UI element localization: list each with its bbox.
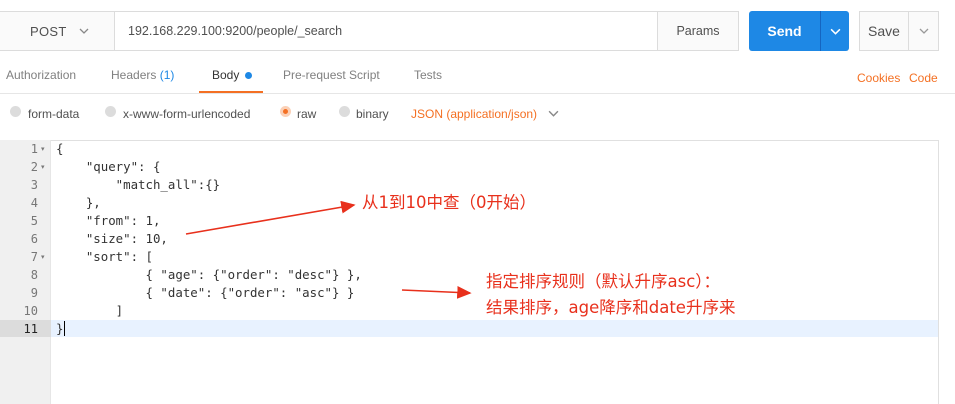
annotation-sort-line2: 结果排序，age降序和date升序来 <box>486 298 736 317</box>
arrow-to-from-size <box>185 200 356 235</box>
annotation-sort-line1: 指定排序规则（默认升序asc）： <box>486 272 721 291</box>
annotation-from-size: 从1到10中查（0开始） <box>362 193 536 212</box>
arrow-to-sort <box>401 286 472 299</box>
